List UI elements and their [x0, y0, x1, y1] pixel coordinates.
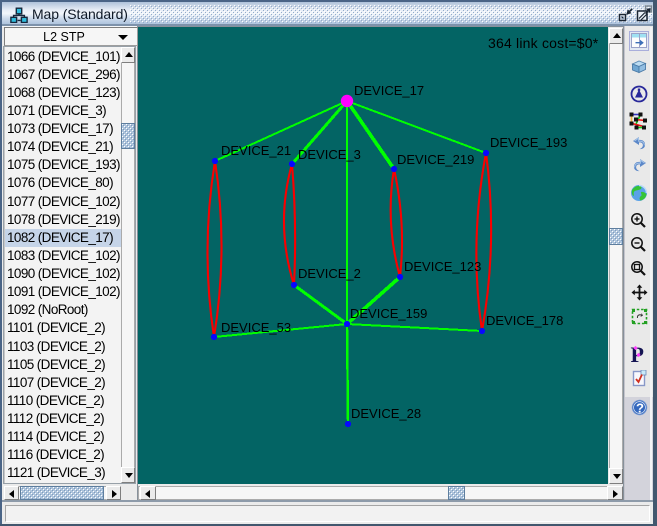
svg-text:DEVICE_3: DEVICE_3 — [298, 147, 361, 162]
svg-text:DEVICE_193: DEVICE_193 — [490, 135, 567, 150]
svg-text:DEVICE_2: DEVICE_2 — [298, 266, 361, 281]
svg-text:DEVICE_17: DEVICE_17 — [354, 83, 424, 98]
svg-text:DEVICE_123: DEVICE_123 — [404, 259, 481, 274]
svg-text:364 link cost=$0*: 364 link cost=$0* — [488, 35, 599, 51]
svg-text:DEVICE_53: DEVICE_53 — [221, 320, 291, 335]
svg-text:DEVICE_21: DEVICE_21 — [221, 143, 291, 158]
svg-text:DEVICE_178: DEVICE_178 — [486, 313, 563, 328]
svg-text:DEVICE_28: DEVICE_28 — [351, 406, 421, 421]
svg-text:DEVICE_219: DEVICE_219 — [397, 152, 474, 167]
svg-text:DEVICE_159: DEVICE_159 — [350, 306, 427, 321]
svg-text:?: ? — [636, 401, 644, 416]
svg-text:P: P — [631, 343, 644, 364]
